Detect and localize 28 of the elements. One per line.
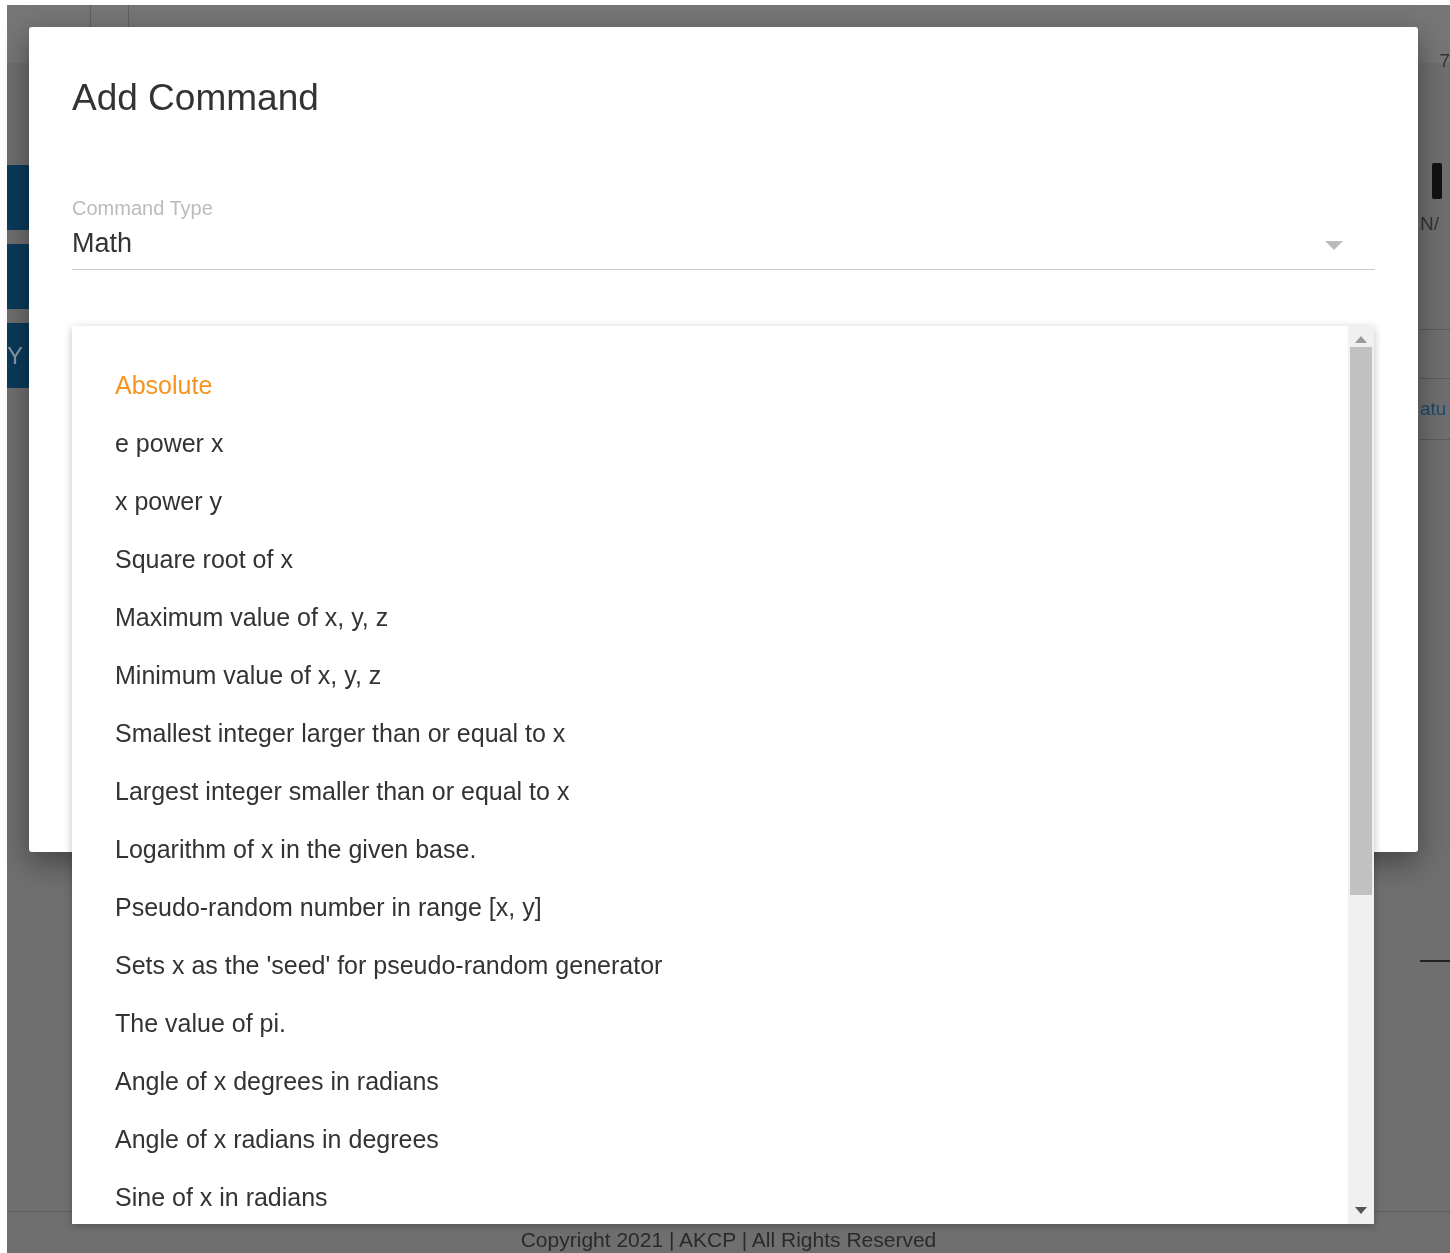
column-header: atu	[1420, 379, 1450, 440]
copyright-text: Copyright 2021 | AKCP | All Rights Reserved	[520, 1228, 937, 1251]
scroll-up-icon[interactable]	[1355, 336, 1367, 343]
menu-item[interactable]: Minimum value of x, y, z	[72, 646, 1348, 704]
value-text: N/	[1420, 212, 1440, 236]
side-tab[interactable]	[7, 244, 29, 309]
menu-item[interactable]: Largest integer smaller than or equal to x	[72, 762, 1348, 820]
menu-item[interactable]: e power x	[72, 414, 1348, 472]
menu-item[interactable]: Sets x as the 'seed' for pseudo-random generator	[72, 936, 1348, 994]
menu-item[interactable]: Smallest integer larger than or equal to x	[72, 704, 1348, 762]
command-type-select[interactable]: Command Type Math	[72, 197, 1375, 270]
scrollbar[interactable]	[1348, 326, 1374, 1224]
value-text: 7	[1439, 50, 1450, 72]
caret-icon	[1325, 241, 1343, 250]
menu-item[interactable]: Logarithm of x in the given base.	[72, 820, 1348, 878]
menu-item[interactable]: Angle of x degrees in radians	[72, 1052, 1348, 1110]
menu-item[interactable]: The value of pi.	[72, 994, 1348, 1052]
dialog-title: Add Command	[72, 77, 320, 119]
menu-item[interactable]: Sine of x in radians	[72, 1168, 1348, 1224]
menu-item[interactable]: Maximum value of x, y, z	[72, 588, 1348, 646]
scrollbar-thumb[interactable]	[1350, 347, 1372, 895]
menu-item[interactable]: Pseudo-random number in range [x, y]	[72, 878, 1348, 936]
menu-item[interactable]: Square root of x	[72, 530, 1348, 588]
menu-item[interactable]: x power y	[72, 472, 1348, 530]
side-tab[interactable]: Y	[7, 323, 29, 388]
menu-item[interactable]: Angle of x radians in degrees	[72, 1110, 1348, 1168]
side-tab[interactable]	[7, 165, 29, 230]
scroll-down-icon[interactable]	[1355, 1207, 1367, 1214]
